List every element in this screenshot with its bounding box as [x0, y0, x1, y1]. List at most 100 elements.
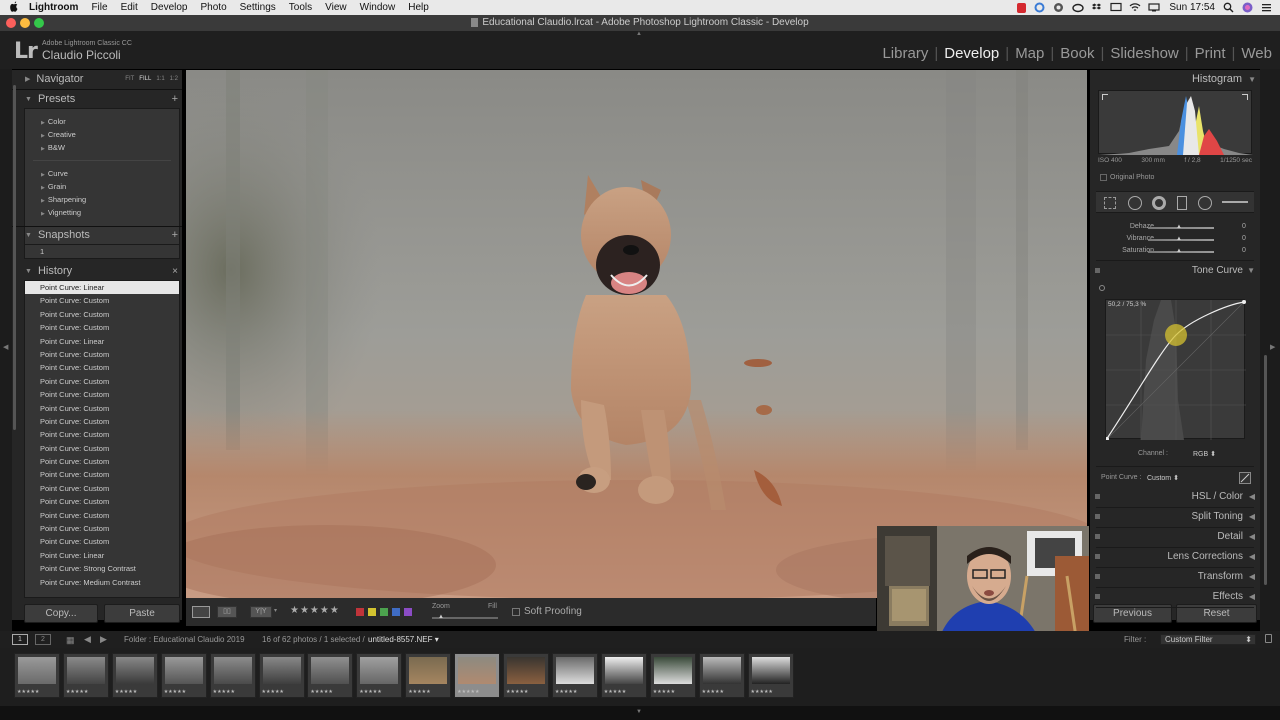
spotlight-search-icon[interactable] — [1223, 2, 1234, 13]
menu-app-name[interactable]: Lightroom — [29, 2, 78, 13]
menu-view[interactable]: View — [325, 2, 347, 13]
zoom-1-2[interactable]: 1:2 — [170, 76, 178, 82]
tone-curve-graph[interactable]: 50,2 / 75,3 % — [1105, 299, 1247, 441]
collapse-right-arrow-icon[interactable]: ▶ — [1270, 343, 1275, 351]
crop-tool-icon[interactable] — [1104, 197, 1116, 209]
adjustment-brush-icon[interactable] — [1222, 201, 1248, 203]
filmstrip-thumbnail[interactable]: ★★★★★ — [454, 653, 501, 698]
panel-switch-icon[interactable] — [1095, 268, 1100, 273]
clear-history-icon[interactable]: × — [172, 266, 178, 277]
view-dropdown-icon[interactable]: ▾ — [274, 607, 277, 614]
preset-group-creative[interactable]: ▶ Creative — [25, 128, 179, 141]
before-after-button[interactable]: ▯▯ — [217, 606, 237, 618]
module-book[interactable]: Book — [1060, 45, 1094, 62]
minimize-window-button[interactable] — [20, 18, 30, 28]
filmstrip-thumbnail[interactable]: ★★★★★ — [503, 653, 549, 698]
history-item[interactable]: Point Curve: Custom — [25, 468, 179, 481]
menu-window[interactable]: Window — [360, 2, 396, 13]
targeted-adjustment-icon[interactable] — [1099, 285, 1105, 291]
filmstrip-thumbnail[interactable]: ★★★★★ — [405, 653, 452, 698]
collapse-top-arrow-icon[interactable]: ▲ — [636, 31, 642, 37]
filter-select[interactable]: Custom Filter ⬍ — [1160, 634, 1256, 645]
filmstrip-thumbnail[interactable]: ★★★★★ — [307, 653, 354, 698]
original-photo-checkbox[interactable] — [1100, 174, 1107, 181]
filmstrip-thumbnail[interactable]: ★★★★★ — [356, 653, 403, 698]
right-panel-scrollbar[interactable] — [1264, 355, 1267, 585]
collapse-filmstrip-arrow-icon[interactable]: ▼ — [636, 709, 642, 715]
history-item[interactable]: Point Curve: Strong Contrast — [25, 562, 179, 575]
copy-button[interactable]: Copy... — [24, 604, 98, 623]
history-header[interactable]: ▼ History × — [25, 263, 180, 279]
creative-cloud-icon[interactable] — [1072, 2, 1085, 13]
history-item[interactable]: Point Curve: Linear — [25, 335, 179, 348]
menu-help[interactable]: Help — [408, 2, 429, 13]
purple-label[interactable] — [404, 608, 412, 616]
soft-proofing-checkbox[interactable] — [512, 608, 520, 616]
snapshots-header[interactable]: ▼ Snapshots + — [25, 227, 180, 243]
history-item[interactable]: Point Curve: Custom — [25, 495, 179, 508]
histogram-graph[interactable] — [1098, 90, 1253, 155]
zoom-window-button[interactable] — [34, 18, 44, 28]
filmstrip-thumbnail[interactable]: ★★★★★ — [649, 653, 696, 698]
filmstrip-thumbnail[interactable]: ★★★★★ — [698, 653, 745, 698]
history-item[interactable]: Point Curve: Custom — [25, 522, 179, 535]
siri-icon[interactable] — [1242, 2, 1253, 13]
history-item[interactable]: Point Curve: Custom — [25, 321, 179, 334]
module-slideshow[interactable]: Slideshow — [1110, 45, 1178, 62]
graduated-filter-icon[interactable] — [1177, 196, 1187, 210]
saturation-value[interactable]: 0 — [1242, 247, 1246, 254]
panel-switch-icon[interactable] — [1095, 554, 1100, 559]
menu-tools[interactable]: Tools — [289, 2, 312, 13]
panel-switch-icon[interactable] — [1095, 534, 1100, 539]
saturation-slider-thumb[interactable]: ▲ — [1176, 248, 1182, 254]
highlight-clipping-icon[interactable] — [1242, 94, 1248, 100]
history-item[interactable]: Point Curve: Custom — [25, 348, 179, 361]
module-develop[interactable]: Develop — [944, 45, 999, 62]
edit-point-curve-icon[interactable] — [1239, 472, 1251, 484]
cast-icon[interactable] — [1110, 2, 1122, 13]
google-g-icon[interactable] — [1034, 2, 1045, 13]
filmstrip-thumbnail[interactable]: ★★★★★ — [209, 653, 256, 698]
current-filename[interactable]: untitled-8557.NEF ▾ — [368, 635, 439, 644]
filmstrip-thumbnail[interactable]: ★★★★★ — [111, 653, 158, 698]
history-item[interactable]: Point Curve: Custom — [25, 428, 179, 441]
add-snapshot-icon[interactable]: + — [172, 229, 178, 241]
filmstrip-thumbnail[interactable]: ★★★★★ — [551, 653, 598, 698]
history-item[interactable]: Point Curve: Custom — [25, 308, 179, 321]
filter-lock-icon[interactable] — [1265, 634, 1272, 643]
preset-group-bw[interactable]: ▶ B&W — [25, 141, 179, 154]
chrome-icon[interactable] — [1053, 2, 1064, 13]
vibrance-slider-thumb[interactable]: ▲ — [1176, 236, 1182, 242]
collapse-left-arrow-icon[interactable]: ◀ — [3, 343, 8, 351]
navigator-header[interactable]: ▶ Navigator FIT FILL 1:1 1:2 — [25, 71, 180, 87]
detail-section-header[interactable]: Detail ◀ — [1090, 529, 1260, 545]
paste-button[interactable]: Paste — [104, 604, 180, 623]
red-eye-icon[interactable] — [1152, 196, 1166, 210]
dropbox-icon[interactable] — [1091, 2, 1102, 13]
green-label[interactable] — [380, 608, 388, 616]
menu-photo[interactable]: Photo — [201, 2, 227, 13]
dehaze-value[interactable]: 0 — [1242, 223, 1246, 230]
zoom-1-1[interactable]: 1:1 — [156, 76, 164, 82]
history-item[interactable]: Point Curve: Custom — [25, 455, 179, 468]
notification-center-icon[interactable] — [1261, 2, 1272, 13]
filmstrip-thumbnail[interactable]: ★★★★★ — [747, 653, 794, 698]
menu-settings[interactable]: Settings — [240, 2, 276, 13]
vibrance-value[interactable]: 0 — [1242, 235, 1246, 242]
point-curve-select[interactable]: Custom ⬍ — [1147, 474, 1179, 482]
history-item[interactable]: Point Curve: Custom — [25, 535, 179, 548]
menubar-clock[interactable]: Sun 17:54 — [1169, 2, 1215, 13]
channel-select[interactable]: RGB ⬍ — [1193, 450, 1216, 458]
snapshot-item[interactable]: 1 — [25, 245, 179, 258]
zoom-fit[interactable]: FIT — [125, 76, 134, 82]
add-preset-icon[interactable]: + — [172, 93, 178, 105]
split-toning-section-header[interactable]: Split Toning ◀ — [1090, 509, 1260, 525]
display-icon[interactable] — [1148, 2, 1160, 13]
history-item[interactable]: Point Curve: Custom — [25, 415, 179, 428]
history-item[interactable]: Point Curve: Custom — [25, 361, 179, 374]
history-item[interactable]: Point Curve: Custom — [25, 509, 179, 522]
hsl-color-section-header[interactable]: HSL / Color ◀ — [1090, 489, 1260, 505]
history-item[interactable]: Point Curve: Custom — [25, 375, 179, 388]
yy-view-button[interactable]: Y|Y — [250, 606, 272, 618]
module-map[interactable]: Map — [1015, 45, 1044, 62]
